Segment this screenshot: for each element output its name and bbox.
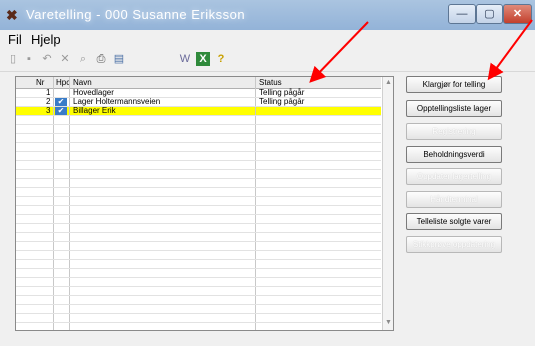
arrow-to-status-column <box>309 21 369 83</box>
main-window: ✖ Varetelling - 000 Susanne Eriksson — ▢… <box>0 0 535 346</box>
annotation-arrows <box>309 19 533 83</box>
arrow-to-klargjor-button <box>487 19 533 81</box>
